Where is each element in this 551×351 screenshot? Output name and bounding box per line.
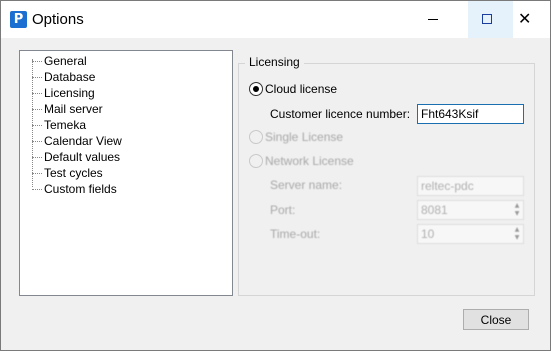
timeout-stepper[interactable]: 10 ▲ ▼ — [417, 224, 524, 244]
server-name-label: Server name: — [270, 178, 343, 192]
close-window-button[interactable]: ✕ — [503, 1, 548, 38]
port-label: Port: — [270, 203, 296, 217]
minimize-button[interactable] — [411, 1, 456, 38]
cloud-license-label: Cloud license — [265, 82, 338, 96]
app-logo-icon: P — [10, 11, 27, 28]
network-license-radio[interactable] — [249, 154, 263, 168]
maximize-icon — [482, 14, 492, 24]
options-tree[interactable]: General Database Licensing Mail server T… — [19, 50, 233, 296]
network-license-label: Network License — [265, 154, 354, 168]
minimize-icon — [428, 19, 438, 20]
server-name-input[interactable]: reltec-pdc — [417, 176, 524, 196]
close-button[interactable]: Close — [463, 309, 529, 330]
customer-licence-label: Customer licence number: — [270, 107, 411, 121]
timeout-spin-icon[interactable]: ▲ ▼ — [512, 226, 522, 242]
close-icon: ✕ — [518, 9, 532, 28]
cloud-license-radio[interactable] — [249, 82, 263, 96]
customer-licence-input[interactable]: Fht643Ksif — [417, 104, 524, 124]
single-license-radio[interactable] — [249, 130, 263, 144]
options-dialog: P Options ✕ General Database Licensing M… — [0, 0, 551, 351]
licensing-group-title: Licensing — [245, 55, 304, 69]
port-stepper[interactable]: 8081 ▲ ▼ — [417, 200, 524, 220]
timeout-label: Time-out: — [270, 227, 321, 241]
port-spin-icon[interactable]: ▲ ▼ — [512, 202, 522, 218]
window-title: Options — [32, 11, 84, 28]
single-license-label: Single License — [265, 130, 344, 144]
tree-connector — [32, 59, 33, 187]
title-bar[interactable]: P Options ✕ — [1, 1, 550, 38]
